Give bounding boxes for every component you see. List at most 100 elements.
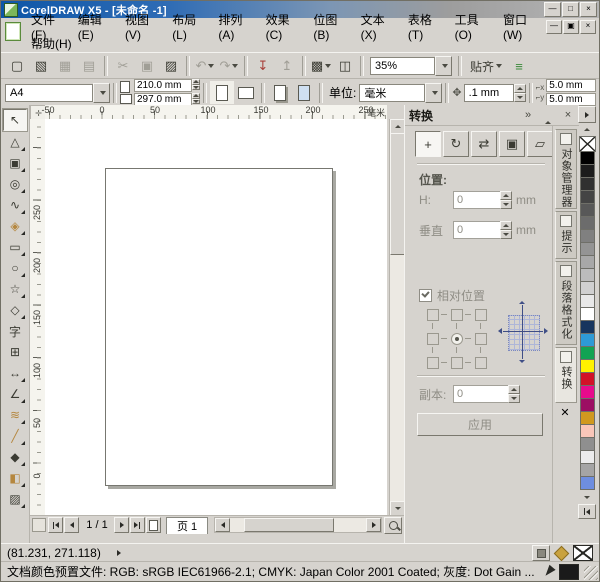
connector-tool[interactable]: ∠ (4, 384, 26, 404)
interactive-fill-tool[interactable]: ▨ (4, 489, 26, 509)
options-button[interactable]: ≡ (507, 55, 531, 78)
color-swatch[interactable] (580, 386, 595, 399)
mdi-restore-button[interactable]: ▣ (563, 20, 579, 34)
h-position-field[interactable]: 0 (453, 191, 500, 209)
polygon-tool[interactable]: ☆ (4, 279, 26, 299)
docker-tab-1[interactable]: 对象管理器 (555, 129, 577, 209)
color-swatch[interactable] (580, 243, 595, 256)
nudge-control[interactable]: .1 mm (464, 84, 526, 102)
portrait-button[interactable] (210, 81, 234, 104)
page-height-spinner[interactable] (192, 93, 200, 104)
docker-collapse-icon[interactable] (541, 109, 555, 121)
color-swatch[interactable] (580, 451, 595, 464)
mdi-close-button[interactable]: × (580, 20, 596, 34)
all-pages-button[interactable] (268, 81, 292, 104)
open-button[interactable]: ▧ (29, 55, 53, 78)
transform-position-button[interactable]: + (415, 131, 441, 157)
docker-expand-icon[interactable]: » (521, 109, 535, 121)
docker-tab-4[interactable]: 转换 (555, 347, 577, 403)
color-swatch[interactable] (580, 269, 595, 282)
color-swatch[interactable] (580, 360, 595, 373)
navigator-magnifier-button[interactable] (384, 517, 402, 534)
vertical-scroll-thumb[interactable] (390, 133, 405, 255)
zoom-combo-arrow-icon[interactable] (435, 56, 452, 76)
horizontal-scrollbar[interactable] (214, 517, 382, 533)
rectangle-tool[interactable]: ▭ (4, 237, 26, 257)
current-page-button[interactable] (292, 81, 316, 104)
docker-tab-3[interactable]: 段落格式化 (555, 261, 577, 345)
snap-to-button[interactable]: 贴齐 (465, 55, 507, 78)
anchor-point-3[interactable] (475, 309, 487, 321)
crop-tool[interactable]: ▣ (4, 153, 26, 173)
resize-grip[interactable] (584, 566, 598, 580)
menu-item-help[interactable]: 帮助(H) (24, 34, 79, 53)
color-swatch[interactable] (580, 282, 595, 295)
paper-size-arrow-icon[interactable] (93, 83, 110, 103)
next-page-button[interactable] (114, 517, 129, 533)
color-swatch[interactable] (580, 295, 595, 308)
palette-scroll-up-icon[interactable] (578, 125, 596, 134)
color-swatch[interactable] (580, 165, 595, 178)
docker-close-icon[interactable]: × (561, 109, 575, 121)
application-launcher-button[interactable]: ▩ (309, 55, 333, 78)
docker-tab-2[interactable]: 提示 (555, 211, 577, 259)
relative-position-checkbox[interactable] (419, 289, 432, 302)
transform-rotate-button[interactable]: ↻ (443, 131, 469, 157)
outline-pen-tool[interactable]: ◆ (4, 447, 26, 467)
apply-button[interactable]: 应用 (417, 413, 543, 436)
text-tool[interactable]: 字 (4, 321, 26, 341)
color-swatch[interactable] (580, 438, 595, 451)
zoom-level-combo[interactable]: 35% (370, 57, 452, 75)
color-swatch[interactable] (580, 399, 595, 412)
v-position-field[interactable]: 0 (453, 221, 500, 239)
pick-tool[interactable]: ↖ (3, 109, 27, 131)
color-swatch[interactable] (580, 321, 595, 334)
minimize-button[interactable]: — (544, 2, 561, 17)
scroll-down-button[interactable] (390, 501, 405, 516)
smart-fill-tool[interactable]: ◈ (4, 216, 26, 236)
add-page-button[interactable] (146, 517, 161, 533)
new-document-button[interactable]: ▢ (5, 55, 29, 78)
palette-open-flyout-button[interactable] (578, 504, 596, 519)
paste-button[interactable]: ▨ (159, 55, 183, 78)
horizontal-scroll-thumb[interactable] (244, 518, 334, 532)
page[interactable] (105, 168, 333, 486)
blend-tool[interactable]: ≋ (4, 405, 26, 425)
ellipse-tool[interactable]: ○ (4, 258, 26, 278)
anchor-point-9[interactable] (475, 357, 487, 369)
eyedropper-tool[interactable]: ╱ (4, 426, 26, 446)
status-options-icon[interactable] (117, 550, 121, 556)
drawing-window[interactable] (45, 119, 387, 516)
status-detail-button[interactable] (532, 545, 550, 561)
copies-spinner[interactable] (508, 385, 520, 403)
fill-tool[interactable]: ◧ (4, 468, 26, 488)
fill-status-swatch[interactable] (573, 545, 593, 561)
anchor-point-7[interactable] (427, 357, 439, 369)
duplicate-distance-x-field[interactable]: 5.0 mm (546, 79, 596, 92)
landscape-button[interactable] (234, 81, 258, 104)
color-swatch[interactable] (580, 256, 595, 269)
horizontal-ruler[interactable]: 毫米 -50050100150200250 (45, 105, 387, 120)
anchor-point-8[interactable] (451, 357, 463, 369)
shape-tool[interactable]: △ (4, 132, 26, 152)
color-swatch[interactable] (580, 217, 595, 230)
no-color-swatch[interactable] (579, 136, 596, 152)
color-swatch[interactable] (580, 334, 595, 347)
color-swatch[interactable] (580, 477, 595, 490)
color-swatch[interactable] (580, 347, 595, 360)
nudge-spinner[interactable] (514, 84, 526, 102)
vertical-ruler[interactable]: 250200150100500 (30, 119, 46, 516)
page-width-field[interactable]: 210.0 mm (134, 79, 192, 92)
previous-page-button[interactable] (64, 517, 79, 533)
anchor-point-2[interactable] (451, 309, 463, 321)
paper-size-combo[interactable]: A4 (5, 84, 110, 102)
color-swatch[interactable] (580, 230, 595, 243)
docker-tab-close-icon[interactable]: ✕ (557, 405, 573, 420)
anchor-point-4[interactable] (427, 333, 439, 345)
freehand-tool[interactable]: ∿ (4, 195, 26, 215)
transform-scale-mirror-button[interactable]: ⇄ (471, 131, 497, 157)
h-position-spinner[interactable] (500, 191, 512, 209)
palette-flyout-button[interactable] (578, 106, 596, 123)
last-page-button[interactable] (130, 517, 145, 533)
anchor-point-6[interactable] (475, 333, 487, 345)
